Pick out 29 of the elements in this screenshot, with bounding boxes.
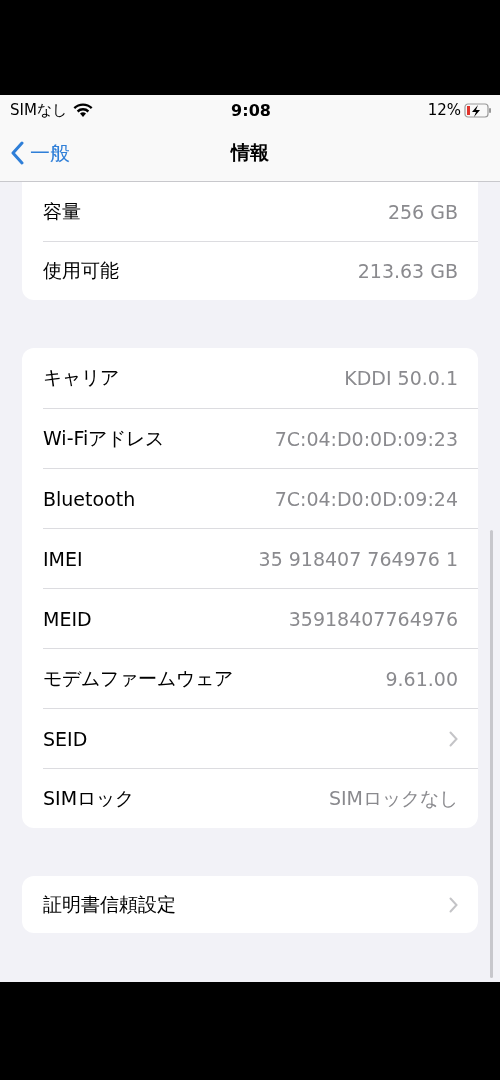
back-button[interactable]: 一般 — [10, 139, 70, 167]
row-value: 35918407764976 — [288, 607, 458, 630]
row-label: Wi-Fiアドレス — [43, 425, 165, 451]
status-time: 9:08 — [231, 100, 271, 120]
row-label: キャリア — [43, 365, 119, 390]
wifi-icon — [72, 102, 93, 118]
row-label: モデムファームウェア — [43, 665, 233, 691]
row-value: 7C:04:D0:0D:09:24 — [274, 487, 458, 510]
chevron-icon — [449, 896, 458, 913]
row-label: 使用可能 — [43, 258, 119, 283]
chevron-icon — [449, 730, 458, 747]
row-label: Bluetooth — [43, 487, 136, 510]
row-value: 35 918407 764976 1 — [258, 547, 458, 570]
row-value: 213.63 GB — [357, 260, 458, 282]
row-value: 9.61.00 — [385, 667, 458, 690]
row-label: MEID — [43, 607, 92, 630]
carrier-text: SIMなし — [10, 100, 67, 120]
row-label: IMEI — [43, 547, 83, 570]
row-label[interactable]: SEID — [43, 727, 88, 750]
row-label[interactable]: 証明書信頼設定 — [43, 891, 176, 918]
row-value: 7C:04:D0:0D:09:23 — [274, 427, 458, 450]
back-chevron-icon — [10, 141, 24, 165]
battery-percent: 12% — [427, 101, 461, 119]
row-label: SIMロック — [43, 785, 135, 811]
page-title: 情報 — [231, 140, 269, 165]
row-value: 256 GB — [387, 200, 458, 223]
row-value: SIMロックなし — [328, 785, 458, 811]
row-label: 容量 — [43, 198, 81, 224]
row-value: KDDI 50.0.1 — [344, 367, 458, 389]
